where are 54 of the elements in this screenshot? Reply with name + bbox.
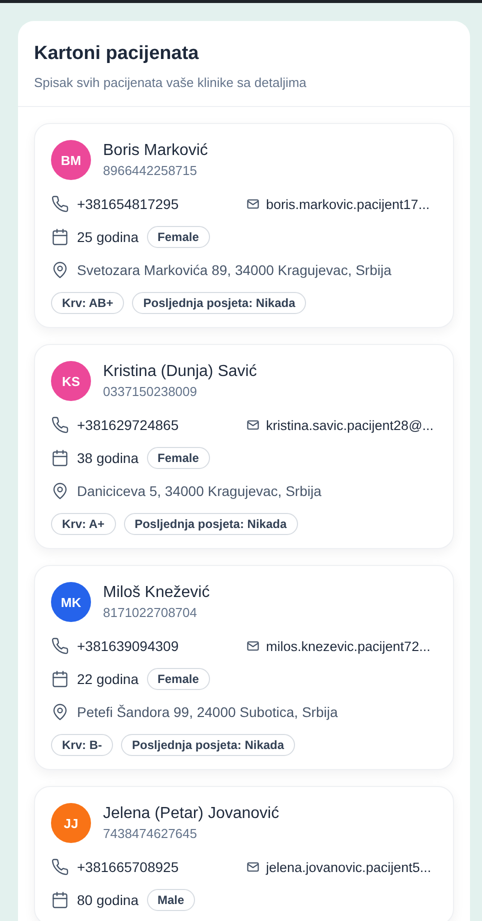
- location-pin-icon: [51, 482, 69, 500]
- blood-type-tag: Krv: AB+: [51, 292, 124, 314]
- calendar-icon: [51, 228, 69, 246]
- page-title: Kartoni pacijenata: [34, 42, 200, 66]
- calendar-icon: [51, 670, 69, 688]
- phone-icon: [51, 858, 69, 876]
- calendar-icon: [51, 891, 69, 909]
- avatar: BM: [51, 140, 91, 180]
- last-visit-tag: Posljednja posjeta: Nikada: [132, 292, 306, 314]
- mail-icon: [246, 860, 260, 874]
- email-address: kristina.savic.pacijent28@...: [266, 418, 434, 432]
- email-address: boris.markovic.pacijent17...: [266, 196, 430, 212]
- last-visit-tag: Posljednja posjeta: Nikada: [121, 734, 296, 756]
- mail-icon: [246, 418, 260, 432]
- phone-number: +381629724865: [77, 417, 179, 433]
- phone-icon: [51, 637, 69, 655]
- phone-number: +381665708925: [77, 859, 179, 875]
- email-address: jelena.jovanovic.pacijent5...: [266, 860, 432, 874]
- patient-id: 0337150238009: [103, 383, 198, 401]
- phone-number: +381639094309: [77, 638, 179, 654]
- patient-name: Jelena (Petar) Jovanović: [103, 804, 280, 824]
- age-text: 25 godina: [77, 229, 139, 245]
- patient-id: 8171022708704: [103, 604, 198, 622]
- address-text: Svetozara Markovića 89, 34000 Kragujevac, Srbija: [77, 262, 392, 278]
- avatar: KS: [51, 361, 91, 401]
- phone-icon: [51, 416, 69, 434]
- patient-name: Boris Marković: [103, 141, 208, 161]
- location-pin-icon: [51, 703, 69, 721]
- age-text: 80 godina: [77, 892, 139, 908]
- address-text: Daniciceva 5, 34000 Kragujevac, Srbija: [77, 483, 322, 499]
- patient-id: 8966442258715: [103, 162, 198, 180]
- phone-icon: [51, 195, 69, 213]
- last-visit-tag: Posljednja posjeta: Nikada: [124, 513, 298, 535]
- gender-tag: Male: [146, 889, 196, 911]
- email-address: milos.knezevic.pacijent72...: [266, 638, 430, 654]
- age-text: 22 godina: [77, 671, 139, 687]
- location-pin-icon: [51, 261, 69, 279]
- page-subtitle: Spisak svih pacijenata vaše klinike sa detaljima: [34, 75, 308, 90]
- avatar: MK: [51, 582, 91, 622]
- gender-tag: Female: [146, 447, 210, 469]
- blood-type-tag: Krv: A+: [51, 513, 116, 535]
- gender-tag: Female: [146, 226, 210, 248]
- avatar: JJ: [51, 803, 91, 843]
- address-text: Petefi Šandora 99, 24000 Subotica, Srbija: [77, 704, 338, 720]
- patient-id: 7438474627645: [103, 825, 198, 843]
- patient-name: Miloš Knežević: [103, 583, 210, 603]
- calendar-icon: [51, 449, 69, 467]
- mail-icon: [246, 639, 260, 653]
- blood-type-tag: Krv: B-: [51, 734, 114, 756]
- mail-icon: [246, 197, 260, 211]
- gender-tag: Female: [146, 668, 210, 690]
- patient-name: Kristina (Dunja) Savić: [103, 362, 257, 382]
- age-text: 38 godina: [77, 450, 139, 466]
- phone-number: +381654817295: [77, 196, 179, 212]
